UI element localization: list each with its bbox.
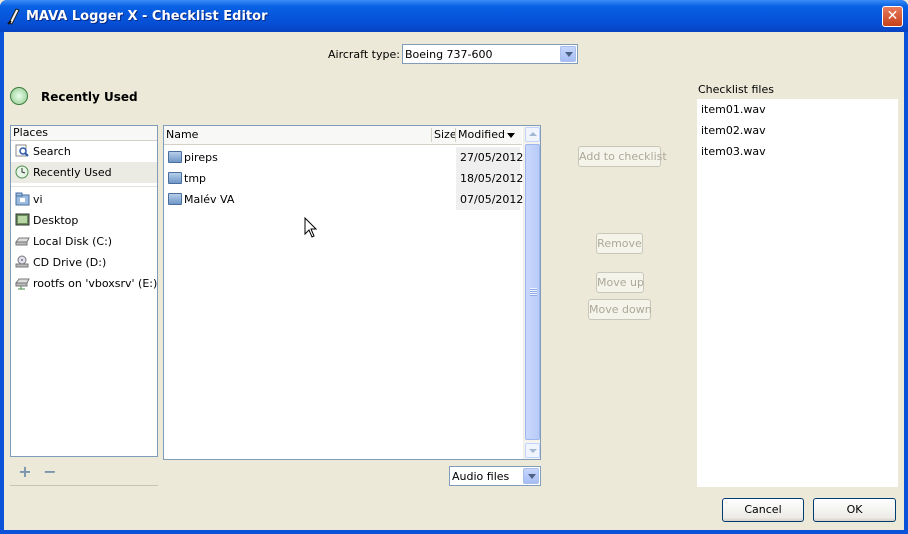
remove-bookmark-button[interactable]: − xyxy=(43,464,57,480)
add-bookmark-button[interactable]: + xyxy=(18,464,32,480)
add-to-checklist-button[interactable]: Add to checklist xyxy=(578,146,667,167)
places-header[interactable]: Places xyxy=(11,126,157,141)
place-label: CD Drive (D:) xyxy=(33,256,107,269)
search-icon xyxy=(15,144,29,157)
places-toolbar: + − xyxy=(10,461,158,486)
window-title: MAVA Logger X - Checklist Editor xyxy=(26,9,268,24)
place-desktop[interactable]: Desktop xyxy=(11,210,157,231)
mouse-cursor-icon xyxy=(304,217,318,238)
file-type-value: Audio files xyxy=(452,470,510,483)
checklist-editor-window: MAVA Logger X - Checklist Editor ✕ Aircr… xyxy=(0,0,908,534)
sort-descending-icon xyxy=(507,133,515,138)
place-label: Local Disk (C:) xyxy=(33,235,113,248)
scroll-up-button[interactable] xyxy=(525,127,540,142)
column-name[interactable]: Name xyxy=(166,128,198,141)
close-button[interactable]: ✕ xyxy=(882,6,903,27)
places-pane: Places Search Recently Used vi Desktop L… xyxy=(10,125,158,457)
column-separator[interactable] xyxy=(431,128,432,142)
folder-icon xyxy=(168,172,182,184)
app-icon xyxy=(7,8,20,25)
remove-button[interactable]: Remove xyxy=(596,233,643,254)
place-local-disk[interactable]: Local Disk (C:) xyxy=(11,231,157,252)
file-row[interactable]: Malév VA 07/05/2012 xyxy=(166,189,523,210)
checklist-item[interactable]: item02.wav xyxy=(701,124,766,137)
home-folder-icon xyxy=(15,192,30,206)
file-list-header: Name Size Modified xyxy=(164,126,522,145)
file-row[interactable]: pireps 27/05/2012 xyxy=(166,147,523,168)
file-row[interactable]: tmp 18/05/2012 xyxy=(166,168,523,189)
desktop-icon xyxy=(15,213,30,226)
file-modified: 18/05/2012 xyxy=(456,168,523,189)
cancel-button[interactable]: Cancel xyxy=(722,498,804,522)
file-name: Malév VA xyxy=(184,193,235,206)
ok-button[interactable]: OK xyxy=(813,498,896,522)
file-modified: 07/05/2012 xyxy=(456,189,523,210)
recent-icon xyxy=(15,165,29,179)
place-label: rootfs on 'vboxsrv' (E:) xyxy=(33,277,158,290)
checklist-item[interactable]: item01.wav xyxy=(701,103,766,116)
checklist-files-label: Checklist files xyxy=(698,83,774,96)
chevron-down-icon[interactable] xyxy=(560,46,576,62)
move-down-button[interactable]: Move down xyxy=(588,299,652,320)
aircraft-type-value: Boeing 737-600 xyxy=(405,48,493,61)
move-up-button[interactable]: Move up xyxy=(596,272,644,293)
place-label: Recently Used xyxy=(33,166,112,179)
place-home[interactable]: vi xyxy=(11,189,157,210)
file-name: pireps xyxy=(184,151,218,164)
place-label: Search xyxy=(33,145,71,158)
column-modified[interactable]: Modified xyxy=(458,128,505,141)
aircraft-type-combo[interactable]: Boeing 737-600 xyxy=(402,44,578,64)
column-size[interactable]: Size xyxy=(434,128,457,141)
column-separator[interactable] xyxy=(455,128,456,142)
place-cd-drive[interactable]: CD Drive (D:) xyxy=(11,252,157,273)
scroll-down-button[interactable] xyxy=(525,443,540,458)
place-label: vi xyxy=(33,193,43,206)
place-network-drive[interactable]: rootfs on 'vboxsrv' (E:) xyxy=(11,273,157,294)
network-drive-icon xyxy=(15,278,30,290)
checklist-item[interactable]: item03.wav xyxy=(701,145,766,158)
place-recently-used[interactable]: Recently Used xyxy=(11,162,157,183)
places-separator xyxy=(11,183,157,187)
hard-disk-icon xyxy=(15,237,30,246)
file-list[interactable]: Name Size Modified pireps 27/05/2012 tmp… xyxy=(163,125,541,460)
file-name: tmp xyxy=(184,172,207,185)
place-search[interactable]: Search xyxy=(11,141,157,162)
chevron-down-icon[interactable] xyxy=(523,468,539,484)
grip-icon xyxy=(530,288,537,296)
folder-icon xyxy=(168,193,182,205)
place-label: Desktop xyxy=(33,214,79,227)
title-bar[interactable]: MAVA Logger X - Checklist Editor ✕ xyxy=(0,0,908,32)
cd-drive-icon xyxy=(15,255,29,268)
dialog-client-area: Aircraft type: Boeing 737-600 Recently U… xyxy=(4,32,904,530)
file-type-filter[interactable]: Audio files xyxy=(449,466,541,486)
checklist-files-list[interactable]: item01.wav item02.wav item03.wav xyxy=(697,98,898,487)
file-modified: 27/05/2012 xyxy=(456,147,523,168)
vertical-scrollbar[interactable] xyxy=(523,126,540,459)
current-location-label: Recently Used xyxy=(41,90,138,104)
folder-icon xyxy=(168,151,182,163)
scroll-thumb[interactable] xyxy=(525,144,540,440)
recent-icon xyxy=(10,87,28,105)
aircraft-type-label: Aircraft type: xyxy=(328,48,400,61)
